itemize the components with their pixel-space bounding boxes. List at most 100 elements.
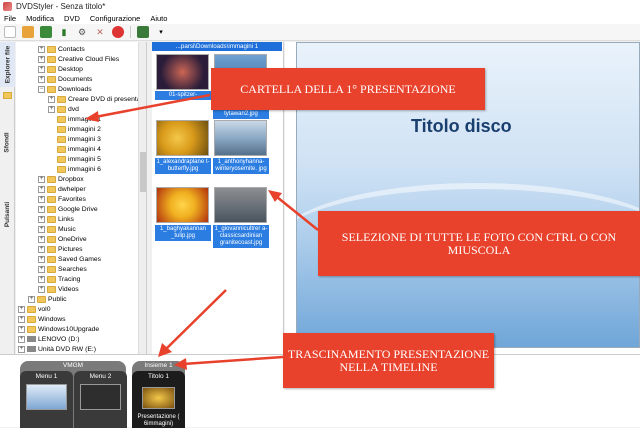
folder-tab-icon[interactable] — [0, 88, 15, 102]
expand-icon[interactable]: + — [48, 105, 55, 113]
dropdown-arrow-icon[interactable]: ▾ — [155, 26, 167, 38]
tree-item[interactable]: immagini 2 — [57, 124, 101, 134]
expand-icon[interactable]: + — [38, 175, 45, 183]
folder-icon — [47, 195, 56, 203]
title-1-card[interactable]: Titolo 1 Presentazione ( 6immagini) — [132, 371, 185, 428]
thumbnail-image[interactable] — [156, 54, 209, 90]
expand-icon[interactable]: + — [38, 185, 45, 193]
tree-item[interactable]: + OneDrive — [38, 234, 87, 244]
menu-modifica[interactable]: Modifica — [26, 14, 54, 23]
menu-1-card[interactable]: Menu 1 — [20, 371, 73, 428]
tree-item[interactable]: + Contacts — [38, 44, 85, 54]
collapse-icon[interactable]: − — [38, 85, 45, 93]
tree-item-label: Downloads — [58, 85, 92, 93]
menu-aiuto[interactable]: Aiuto — [150, 14, 167, 23]
tree-item-label: Videos — [58, 285, 79, 293]
tab-pulsanti[interactable]: Pulsanti — [0, 192, 15, 237]
tree-item-selected[interactable]: immagini 1 — [57, 114, 101, 124]
thumbnail-caption[interactable]: tytawan2.jpg — [213, 110, 269, 119]
expand-icon[interactable]: + — [38, 285, 45, 293]
save-icon[interactable] — [40, 26, 52, 38]
menu-bar: File Modifica DVD Configurazione Aiuto — [0, 13, 640, 24]
tree-item[interactable]: + Searches — [38, 264, 87, 274]
tree-item[interactable]: + Windows — [18, 314, 66, 324]
expand-icon[interactable]: + — [18, 315, 25, 323]
new-file-icon[interactable] — [4, 26, 16, 38]
thumbnail-image[interactable] — [156, 120, 209, 156]
tree-item[interactable]: immagini 3 — [57, 134, 101, 144]
tree-item[interactable]: + Music — [38, 224, 76, 234]
expand-icon[interactable]: + — [18, 345, 25, 353]
thumbnail-caption[interactable]: 1_giovannicultrer a-classicsardinian gra… — [213, 225, 269, 248]
scrollbar-thumb[interactable] — [140, 152, 146, 192]
thumbnail-caption[interactable]: 1_anthonyhanna- winteryosemite. jpg — [213, 158, 269, 174]
expand-icon[interactable]: + — [38, 225, 45, 233]
menu-dvd[interactable]: DVD — [64, 14, 80, 23]
expand-icon[interactable]: + — [18, 325, 25, 333]
tree-item[interactable]: + Dropbox — [38, 174, 84, 184]
expand-icon[interactable]: + — [38, 205, 45, 213]
tree-item[interactable]: + Creative Cloud Files — [38, 54, 119, 64]
thumbnail-caption[interactable]: 01-spitzer- — [155, 91, 211, 100]
tree-item[interactable]: + Google Drive — [38, 204, 98, 214]
settings-icon[interactable]: ⚙ — [76, 26, 88, 38]
tab-sfondi[interactable]: Sfondi — [0, 122, 15, 162]
thumbnail-image[interactable] — [214, 187, 267, 223]
expand-icon[interactable]: + — [38, 255, 45, 263]
thumbnail-image[interactable] — [156, 187, 209, 223]
menu-2-card[interactable]: Menu 2 — [74, 371, 127, 428]
expand-icon[interactable]: + — [38, 55, 45, 63]
tree-item[interactable]: + Creare DVD di presentazi — [48, 94, 145, 104]
add-file-icon[interactable]: ▮ — [58, 26, 70, 38]
tree-item[interactable]: immagini 4 — [57, 144, 101, 154]
expand-icon[interactable]: + — [38, 215, 45, 223]
set-group: Insieme 1 Titolo 1 Presentazione ( 6imma… — [132, 361, 185, 428]
tab-pulsanti-label: Pulsanti — [4, 201, 12, 228]
tree-item[interactable]: + Public — [28, 294, 67, 304]
menu-file[interactable]: File — [4, 14, 16, 23]
tree-item-label: Searches — [58, 265, 87, 273]
expand-icon[interactable]: + — [38, 65, 45, 73]
tree-item[interactable]: − Downloads — [38, 84, 92, 94]
tree-item[interactable]: + Documents — [38, 74, 92, 84]
tree-item[interactable]: + Desktop — [38, 64, 83, 74]
tree-item[interactable]: + dwhelper — [38, 184, 86, 194]
expand-icon[interactable]: + — [38, 45, 45, 53]
tree-item[interactable]: + dvd — [48, 104, 79, 114]
tree-item[interactable]: immagini 6 — [57, 164, 101, 174]
tree-item[interactable]: + Videos — [38, 284, 79, 294]
expand-icon[interactable]: + — [38, 195, 45, 203]
tree-item-label: immagini 6 — [68, 165, 101, 173]
thumbnail-caption[interactable]: 1_baghyakannan _tulip.jpg — [155, 225, 211, 241]
expand-icon[interactable]: + — [38, 245, 45, 253]
tree-item[interactable]: + vol0 — [18, 304, 50, 314]
tree-item[interactable]: + Pictures — [38, 244, 83, 254]
expand-icon[interactable]: + — [18, 305, 25, 313]
tree-scrollbar[interactable] — [138, 42, 146, 354]
tab-explorer-file[interactable]: Explorer file — [0, 42, 15, 87]
tools-icon[interactable]: ✕ — [94, 26, 106, 38]
tree-item[interactable]: + Links — [38, 214, 74, 224]
expand-icon[interactable]: + — [38, 75, 45, 83]
disc-title[interactable]: Titolo disco — [411, 116, 512, 137]
expand-icon[interactable]: + — [18, 335, 25, 343]
export-icon[interactable] — [137, 26, 149, 38]
expand-icon[interactable]: + — [38, 275, 45, 283]
burn-icon[interactable] — [112, 26, 124, 38]
menu-configurazione[interactable]: Configurazione — [90, 14, 140, 23]
folder-icon — [27, 305, 36, 313]
tree-item[interactable]: immagini 5 — [57, 154, 101, 164]
expand-icon[interactable]: + — [28, 295, 35, 303]
expand-icon[interactable]: + — [38, 265, 45, 273]
tree-item[interactable]: + Unità DVD RW (E:) — [18, 344, 96, 354]
expand-icon[interactable]: + — [38, 235, 45, 243]
tree-item[interactable]: + Saved Games — [38, 254, 101, 264]
thumbnail-caption[interactable]: 1_alexandraplane t-butterfly.jpg — [155, 158, 211, 174]
tree-item[interactable]: + Windows10Upgrade — [18, 324, 99, 334]
tree-item[interactable]: + Favorites — [38, 194, 86, 204]
tree-item[interactable]: + Tracing — [38, 274, 80, 284]
tree-item[interactable]: + LENOVO (D:) — [18, 334, 80, 344]
open-folder-icon[interactable] — [22, 26, 34, 38]
expand-icon[interactable]: + — [48, 95, 55, 103]
thumbnail-image[interactable] — [214, 120, 267, 156]
